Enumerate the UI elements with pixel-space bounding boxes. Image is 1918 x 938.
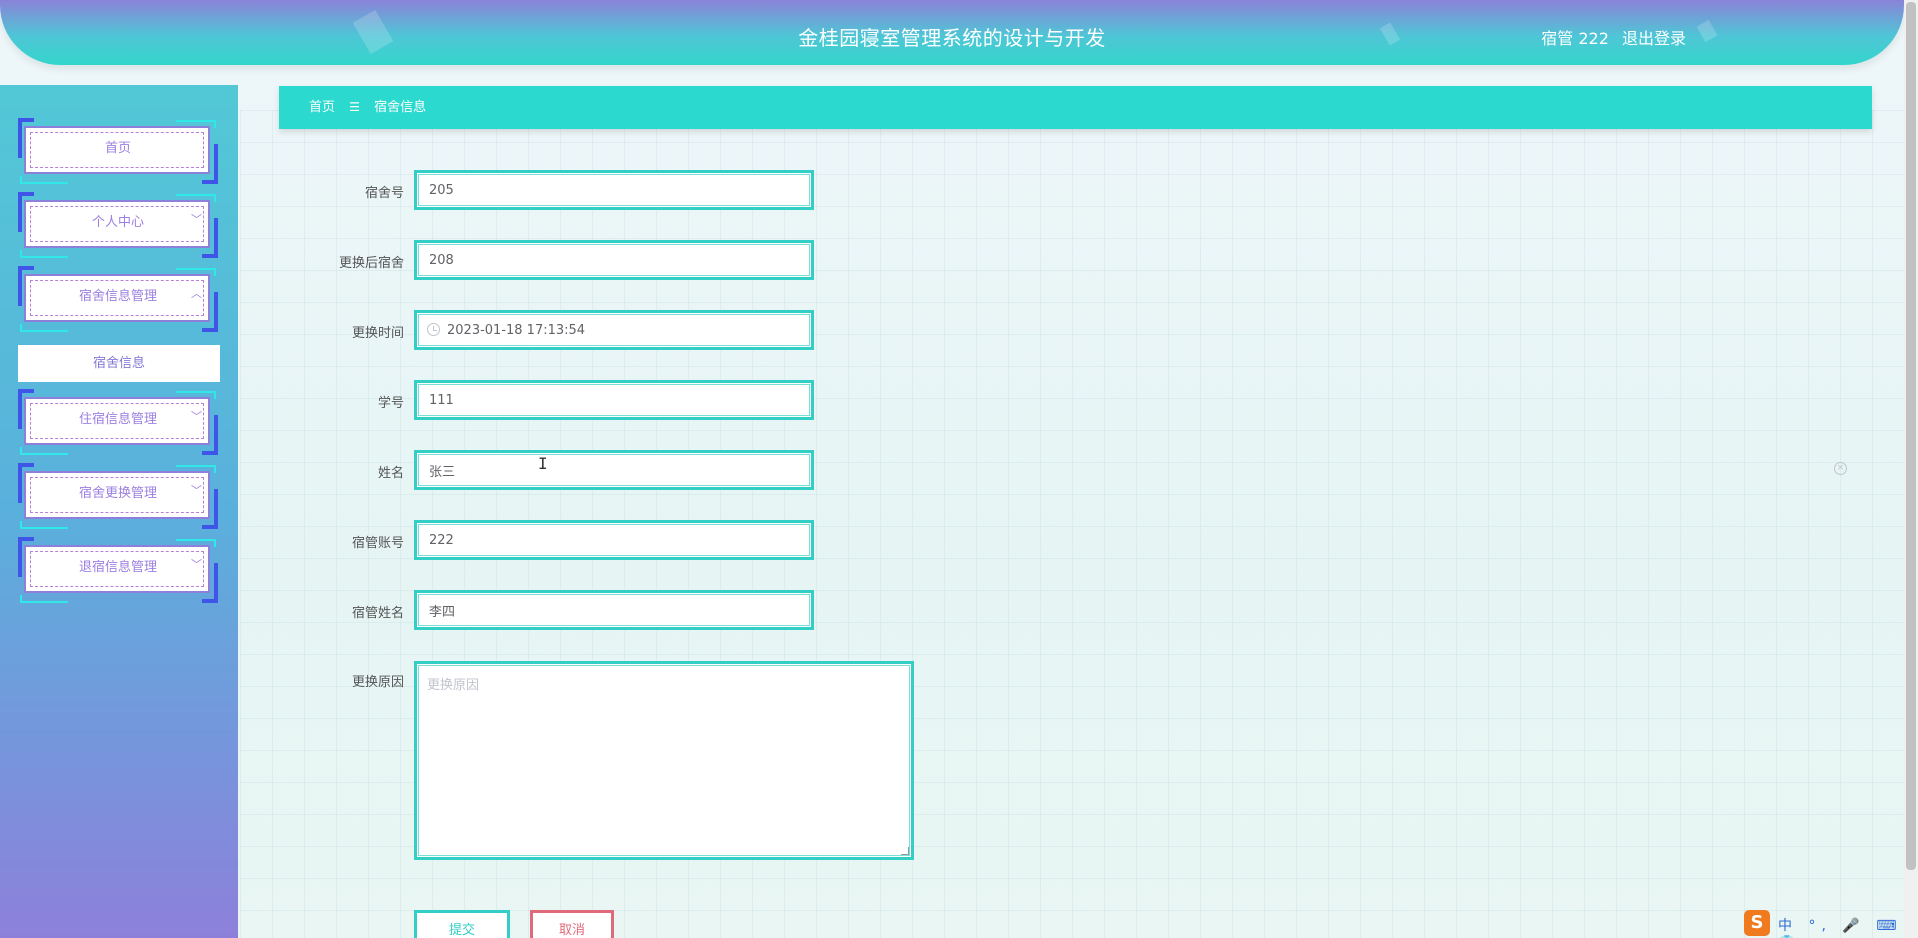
sidebar-item-dorm-info-management[interactable]: 宿舍信息管理 ︿	[18, 266, 218, 332]
cancel-button[interactable]: 取消	[530, 910, 614, 938]
sogou-logo-icon[interactable]: S	[1744, 910, 1770, 936]
dorm-no-field[interactable]	[414, 170, 814, 210]
name-field[interactable]	[414, 450, 814, 490]
field-label: 宿管账号	[351, 536, 404, 551]
field-label: 更换时间	[351, 326, 404, 341]
sidebar-item-label: 宿舍信息管理	[78, 289, 157, 304]
page-scrollbar[interactable]	[1904, 0, 1918, 938]
manager-account-field[interactable]	[414, 520, 814, 560]
sidebar-item-label: 退宿信息管理	[78, 560, 157, 575]
resize-handle[interactable]	[901, 847, 909, 855]
new-dorm-input[interactable]	[429, 243, 799, 277]
ime-status[interactable]: 中 °, 🎤 ⌨ 👕 ⊞	[1778, 915, 1904, 938]
sidebar-item-personal-center[interactable]: 个人中心 ﹀	[18, 192, 218, 258]
scrollbar-thumb[interactable]	[1906, 2, 1916, 870]
field-label: 宿管姓名	[351, 606, 404, 621]
sidebar-item-label: 宿舍更换管理	[78, 486, 157, 501]
change-time-field[interactable]	[414, 310, 814, 350]
submit-button[interactable]: 提交	[414, 910, 510, 938]
sidebar-item-dorm-change-management[interactable]: 宿舍更换管理 ﹀	[18, 463, 218, 529]
field-label: 宿舍号	[364, 186, 404, 201]
clock-icon	[427, 323, 440, 336]
student-id-input[interactable]	[429, 383, 799, 417]
chevron-down-icon: ﹀	[191, 410, 202, 423]
sidebar-item-label: 个人中心	[91, 215, 144, 230]
breadcrumb-current: 宿舍信息	[374, 100, 427, 115]
change-time-input[interactable]	[447, 313, 797, 347]
field-label: 更换后宿舍	[338, 256, 404, 271]
breadcrumb-home[interactable]: 首页	[309, 100, 335, 115]
clear-icon[interactable]: ×	[1834, 462, 1847, 475]
field-label: 学号	[377, 396, 404, 411]
manager-name-input[interactable]	[429, 593, 799, 627]
manager-account-input[interactable]	[429, 523, 799, 557]
reason-field[interactable]	[414, 661, 914, 860]
menu-icon: ☰	[349, 100, 360, 114]
new-dorm-field[interactable]	[414, 240, 814, 280]
current-user-label: 宿管 222	[1541, 29, 1609, 48]
field-label: 姓名	[377, 466, 404, 481]
chevron-up-icon: ︿	[191, 287, 202, 300]
sidebar-item-lodging-management[interactable]: 住宿信息管理 ﹀	[18, 389, 218, 455]
breadcrumb: 首页 ☰ 宿舍信息	[279, 86, 1872, 129]
chevron-down-icon: ﹀	[191, 484, 202, 497]
chevron-down-icon: ﹀	[191, 213, 202, 226]
dorm-no-input[interactable]	[429, 173, 799, 207]
field-label: 更换原因	[351, 675, 404, 690]
ime-toolbar[interactable]: S 中 °, 🎤 ⌨ 👕 ⊞	[1744, 908, 1904, 938]
user-area: 宿管 222 退出登录	[1541, 25, 1686, 49]
sidebar-subitem-dorm-info[interactable]: 宿舍信息	[18, 345, 220, 382]
name-input[interactable]	[429, 453, 799, 487]
sidebar: 首页 个人中心 ﹀ 宿舍信息管理 ︿ 宿舍信息 住宿信息管理 ﹀ 宿舍更换管理 …	[0, 85, 238, 938]
logout-link[interactable]: 退出登录	[1622, 29, 1686, 48]
student-id-field[interactable]	[414, 380, 814, 420]
sidebar-item-checkout-management[interactable]: 退宿信息管理 ﹀	[18, 537, 218, 603]
sidebar-item-label: 住宿信息管理	[78, 412, 157, 427]
manager-name-field[interactable]	[414, 590, 814, 630]
sidebar-item-home[interactable]: 首页	[18, 118, 218, 184]
top-header: 金桂园寝室管理系统的设计与开发 宿管 222 退出登录	[0, 0, 1904, 65]
text-cursor-icon: I	[538, 454, 548, 473]
chevron-down-icon: ﹀	[191, 558, 202, 571]
sidebar-item-label: 首页	[104, 141, 131, 156]
reason-textarea[interactable]	[427, 674, 897, 849]
